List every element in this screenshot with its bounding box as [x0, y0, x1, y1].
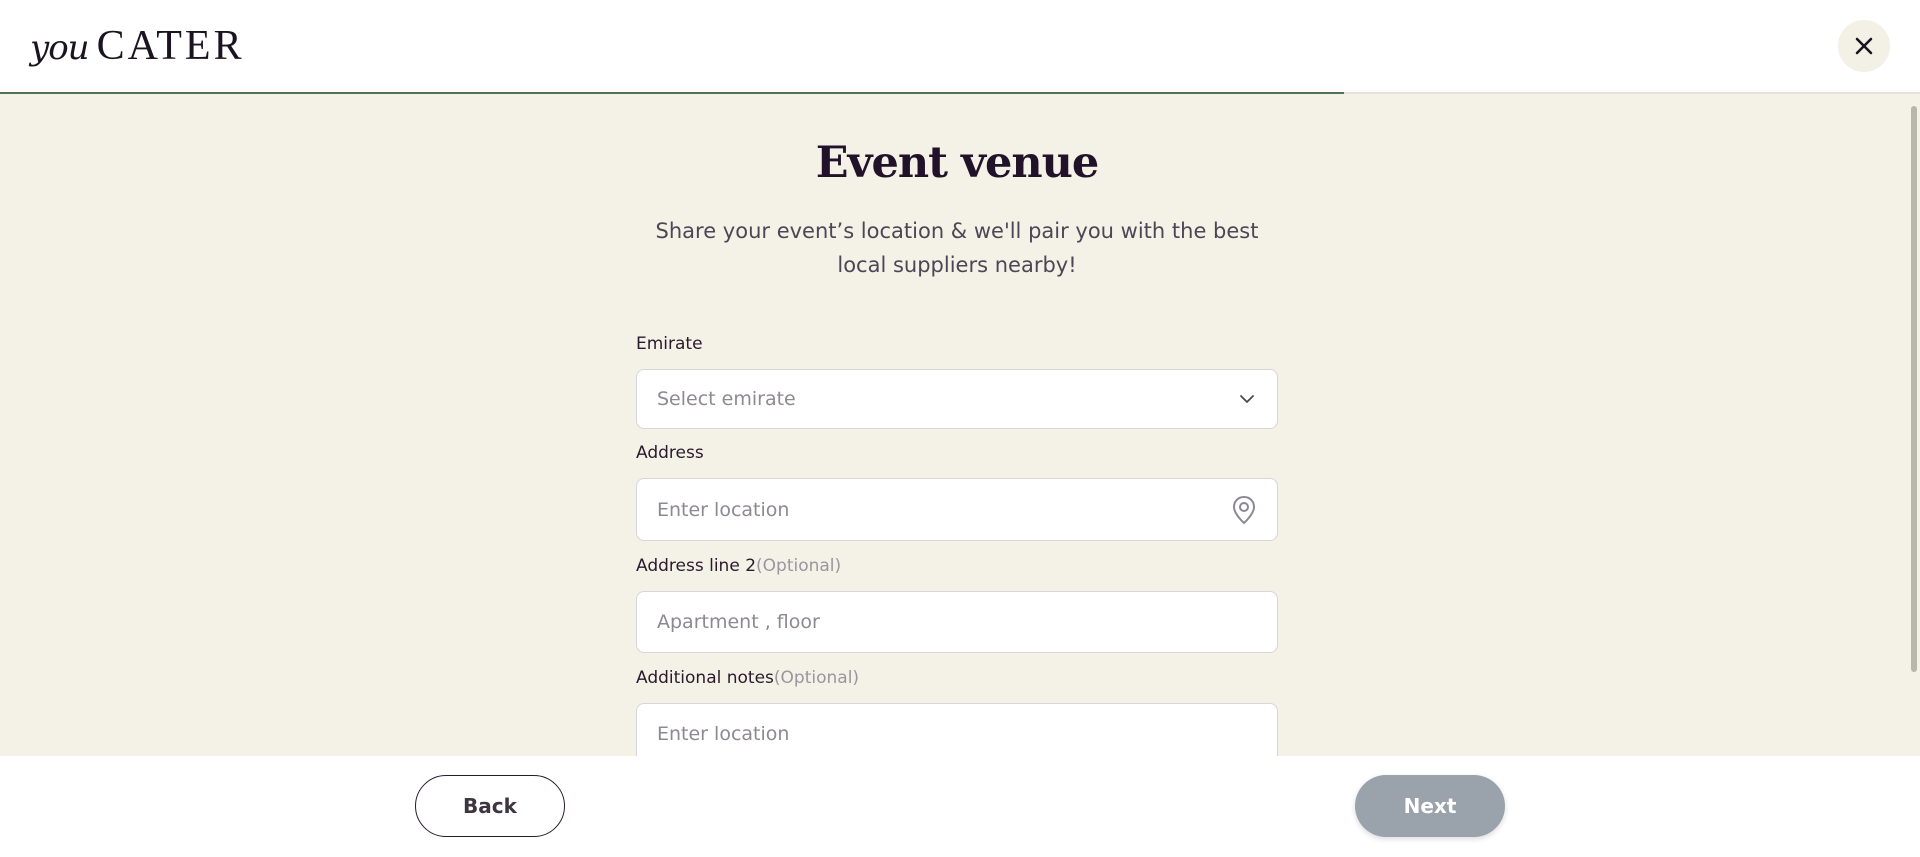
optional-tag: (Optional) — [756, 556, 842, 576]
emirate-label-text: Emirate — [636, 334, 703, 354]
optional-tag: (Optional) — [773, 668, 860, 688]
address-line-2-label: Address line 2(Optional) — [636, 556, 841, 576]
additional-notes-field[interactable] — [636, 703, 1278, 756]
next-button[interactable]: Next — [1355, 775, 1505, 837]
chevron-down-icon — [1237, 389, 1257, 409]
logo-name: CATER — [96, 23, 245, 69]
close-icon — [1855, 37, 1873, 55]
logo-prefix: you — [30, 28, 90, 68]
emirate-select-value: Select emirate — [657, 388, 796, 410]
address-line-2-label-text: Address line 2 — [636, 556, 757, 576]
address-label: Address — [636, 443, 704, 463]
back-button[interactable]: Back — [415, 775, 565, 837]
additional-notes-input[interactable] — [657, 723, 1257, 745]
page-title: Event venue — [815, 138, 1099, 188]
header: you CATER — [0, 0, 1920, 94]
footer: Back Next — [0, 756, 1920, 857]
main-content: Event venue Share your event’s location … — [0, 94, 1920, 756]
scrollbar-thumb[interactable] — [1911, 106, 1917, 672]
page-subtitle: Share your event’s location & we'll pair… — [655, 219, 1259, 277]
additional-notes-label-text: Additional notes — [636, 668, 774, 688]
emirate-select[interactable]: Select emirate — [636, 369, 1278, 429]
address-input[interactable] — [657, 498, 1231, 521]
location-pin-icon[interactable] — [1231, 495, 1257, 525]
address-line-2-input[interactable] — [657, 611, 1257, 633]
address-field[interactable] — [636, 478, 1278, 541]
additional-notes-label: Additional notes(Optional) — [636, 668, 859, 688]
close-button[interactable] — [1838, 20, 1890, 72]
scrollbar[interactable] — [1906, 94, 1920, 756]
address-label-text: Address — [636, 443, 704, 463]
logo[interactable]: you CATER — [30, 22, 245, 70]
emirate-label: Emirate — [636, 334, 703, 354]
address-line-2-field[interactable] — [636, 591, 1278, 653]
